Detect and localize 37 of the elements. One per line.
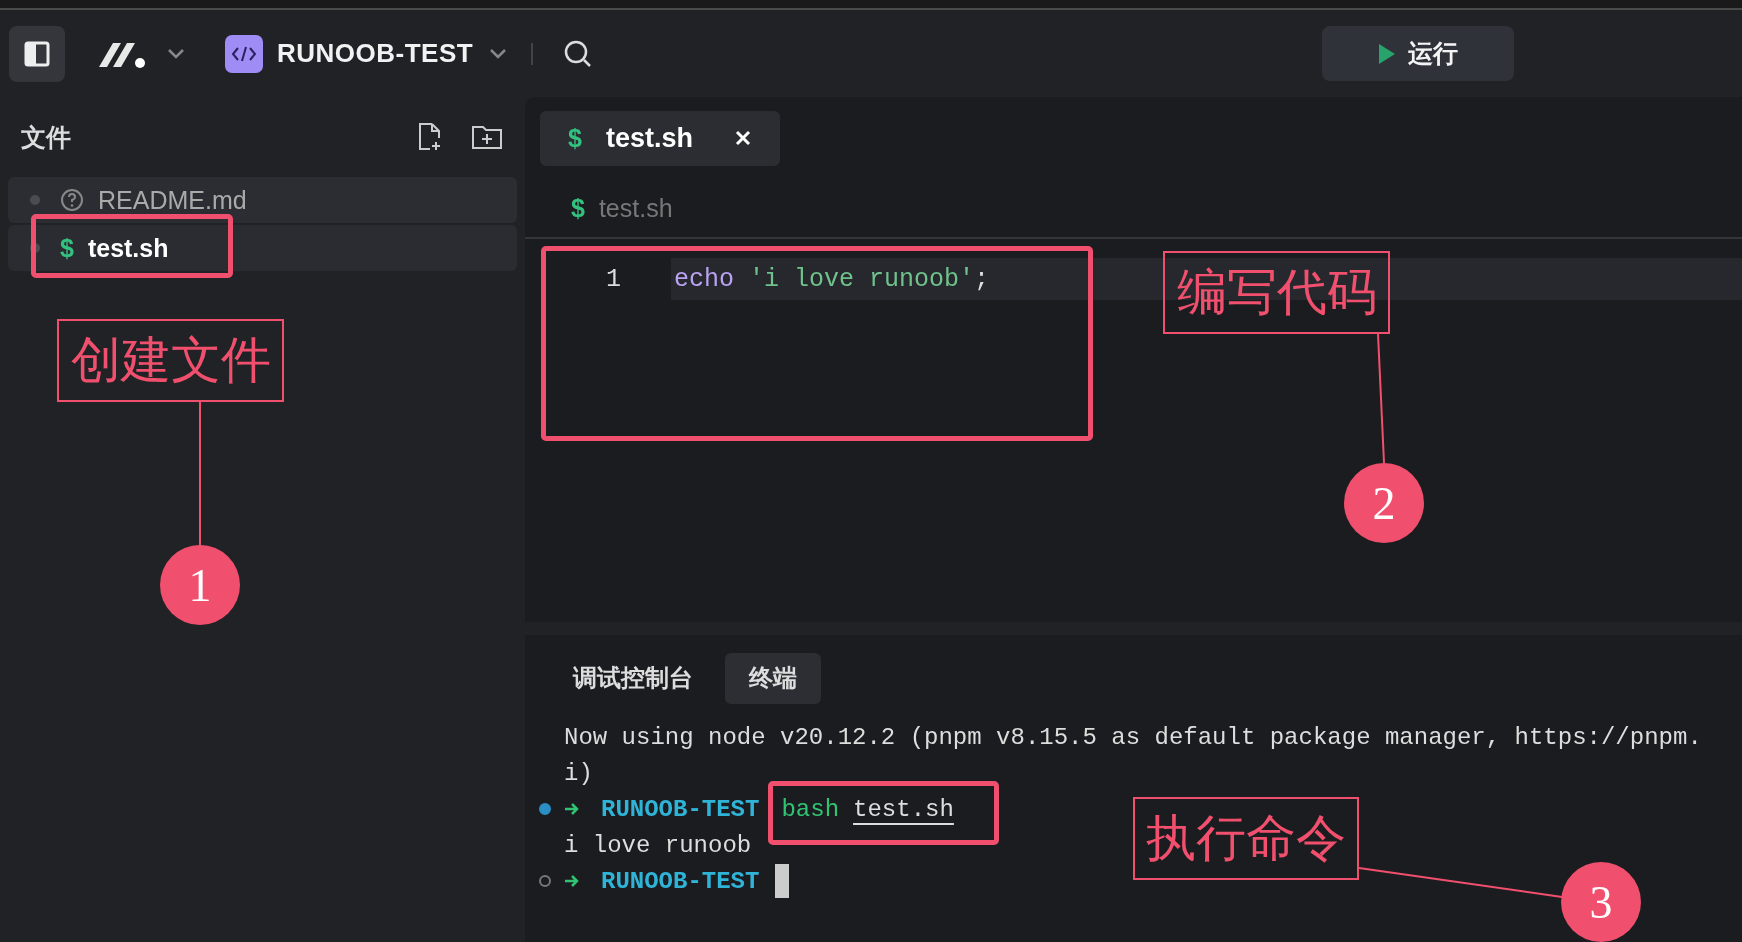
code-icon [225,34,263,73]
editor-tab[interactable]: $ test.sh [540,110,780,166]
step-number: 1 [160,545,240,625]
close-icon[interactable] [734,129,752,147]
run-button[interactable]: 运行 [1322,26,1514,81]
new-file-icon[interactable] [417,122,443,152]
sidebar-toggle-button[interactable] [9,25,65,82]
line-number: 1 [605,264,622,294]
sidebar-toggle-icon [24,40,50,67]
terminal-output: i) [564,759,593,787]
status-dot [30,195,40,205]
breadcrumb[interactable]: test.sh [598,193,673,223]
arrow-icon [563,801,581,817]
project-name[interactable]: RUNOOB-TEST [277,38,474,69]
dollar-icon: $ [568,123,582,153]
caret-icon[interactable] [167,47,185,60]
caret-icon[interactable] [489,47,508,60]
new-folder-icon[interactable] [471,124,503,150]
play-icon [1378,42,1396,65]
command-name: bash [781,795,840,823]
prompt-directory: RUNOOB-TEST [601,795,760,823]
sidebar-title: 文件 [21,121,71,153]
arrow-icon [563,873,581,889]
file-item[interactable]: README.md [8,177,517,223]
text-cursor [775,864,790,898]
command-argument: test.sh [853,795,954,823]
panel-tab[interactable]: 调试控制台 [549,652,717,704]
terminal-output: i love runoob [564,831,752,859]
panel-tab[interactable]: 终端 [725,652,821,704]
annotation-label: 创建文件 [57,319,284,402]
prompt-directory: RUNOOB-TEST [601,867,760,895]
question-icon [60,188,84,212]
annotation-label: 执行命令 [1133,797,1359,880]
dollar-icon: $ [60,233,74,263]
dollar-icon: $ [571,193,585,223]
annotation-label: 编写代码 [1163,251,1390,334]
terminal-output: Now using node v20.12.2 (pnpm v8.15.5 as default package manager, https://pnpm. [564,723,1702,751]
